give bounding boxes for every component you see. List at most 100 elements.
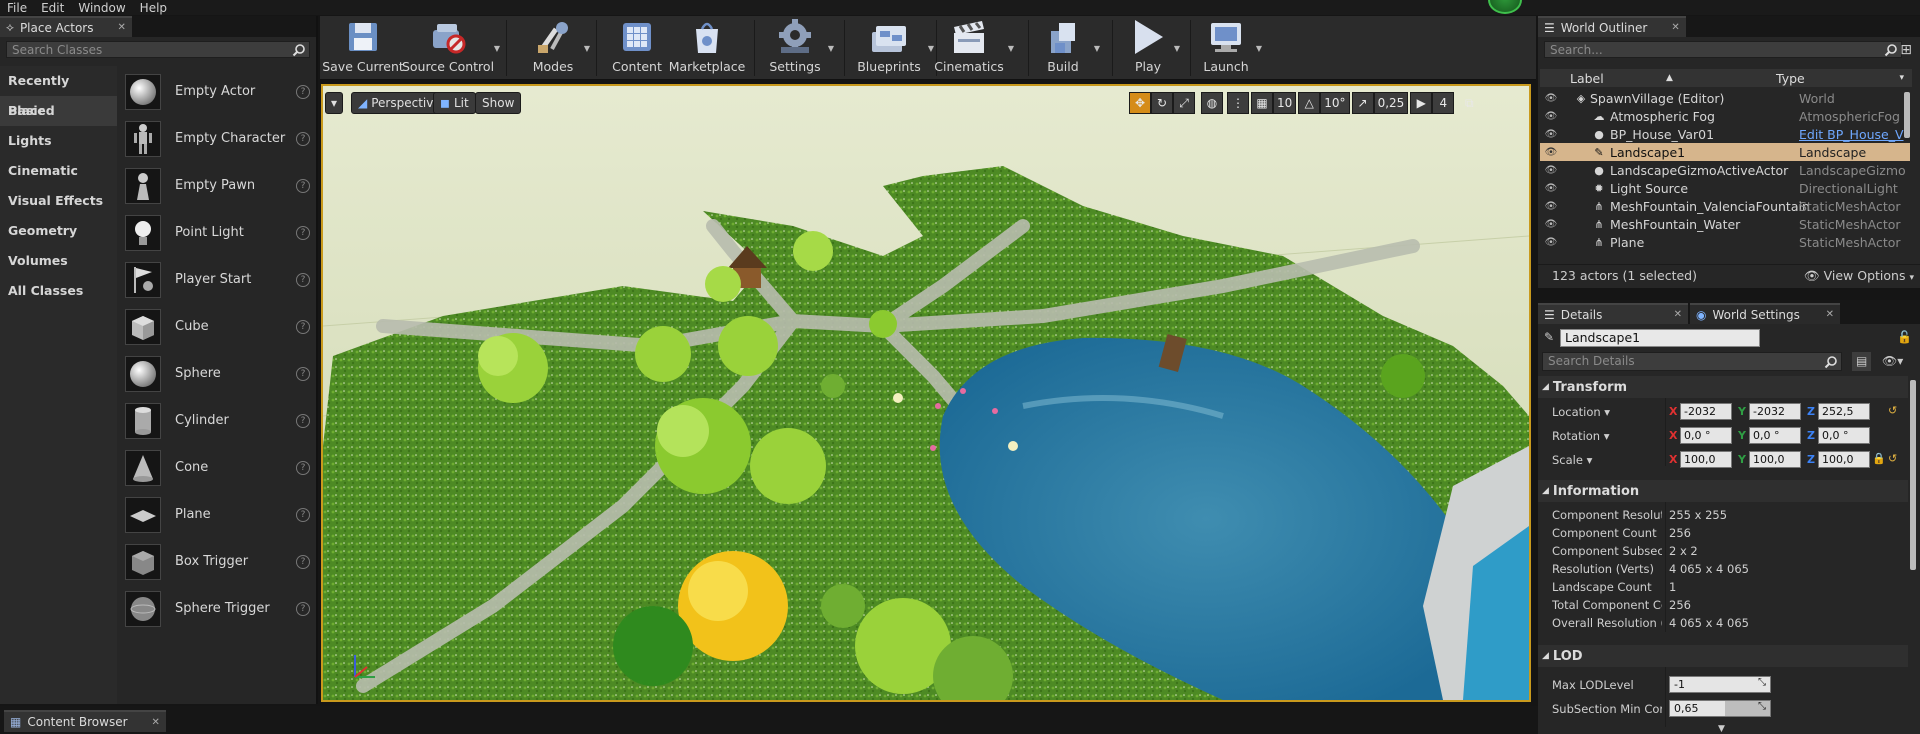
list-item[interactable]: Player Start? bbox=[120, 256, 316, 303]
lock-icon[interactable]: 🔓 bbox=[1897, 330, 1912, 344]
grid-snap-value[interactable]: 10 bbox=[1273, 92, 1297, 114]
close-icon[interactable]: ✕ bbox=[117, 22, 125, 33]
camera-speed-icon[interactable]: ▶ bbox=[1410, 92, 1433, 114]
cinematics-button[interactable]: Cinematics ▼ bbox=[934, 18, 1014, 78]
modes-button[interactable]: Modes ▼ bbox=[528, 18, 590, 78]
eye-icon[interactable]: 👁 bbox=[1540, 147, 1562, 158]
menu-window[interactable]: Window bbox=[71, 1, 132, 15]
actor-name-field[interactable]: Landscape1 bbox=[1560, 329, 1760, 347]
close-icon[interactable]: ✕ bbox=[1826, 309, 1834, 320]
world-settings-tab[interactable]: ◉ World Settings ✕ bbox=[1690, 303, 1840, 324]
help-icon[interactable]: ? bbox=[296, 554, 310, 569]
eye-icon[interactable]: 👁 bbox=[1540, 111, 1562, 122]
search-classes-input[interactable]: Search Classes bbox=[6, 41, 310, 58]
details-scrollbar[interactable] bbox=[1910, 380, 1916, 570]
max-lod-field[interactable]: -1 bbox=[1669, 676, 1771, 693]
help-icon[interactable]: ? bbox=[296, 178, 310, 193]
rotation-snap-value[interactable]: 10° bbox=[1320, 92, 1350, 114]
close-icon[interactable]: ✕ bbox=[1674, 309, 1682, 320]
menu-help[interactable]: Help bbox=[133, 1, 174, 15]
eye-icon[interactable]: 👁 bbox=[1540, 237, 1562, 248]
scale-snap-value[interactable]: 0,25 bbox=[1373, 92, 1409, 114]
col-label[interactable]: Label bbox=[1570, 71, 1666, 86]
help-icon[interactable]: ? bbox=[296, 272, 310, 287]
help-icon[interactable]: ? bbox=[296, 413, 310, 428]
chevron-down-icon[interactable]: ▼ bbox=[1094, 44, 1100, 53]
list-item[interactable]: Empty Character? bbox=[120, 115, 316, 162]
scale-y-field[interactable]: 100,0 bbox=[1749, 451, 1801, 468]
sort-ascending-icon[interactable]: ▲ bbox=[1666, 73, 1786, 83]
world-local-icon[interactable]: ◍ bbox=[1201, 92, 1223, 114]
eye-icon[interactable]: 👁 bbox=[1540, 129, 1562, 140]
table-row[interactable]: 👁 ⋔ MeshFountain_ValenciaFountain StaticMes… bbox=[1540, 197, 1910, 215]
details-search-input[interactable]: Search Details bbox=[1542, 352, 1842, 371]
eye-icon[interactable]: 👁 bbox=[1540, 183, 1562, 194]
table-row[interactable]: 👁 ● LandscapeGizmoActiveActor LandscapeGizm… bbox=[1540, 161, 1910, 179]
table-row[interactable]: 👁 ◈ SpawnVillage (Editor) World bbox=[1540, 89, 1910, 107]
chevron-down-icon[interactable]: ▼ bbox=[928, 44, 934, 53]
reset-icon[interactable]: ↺ bbox=[1888, 452, 1897, 465]
rotation-z-field[interactable]: 0,0 ° bbox=[1818, 427, 1870, 444]
build-button[interactable]: Build ▼ bbox=[1038, 18, 1100, 78]
scale-z-field[interactable]: 100,0 bbox=[1818, 451, 1870, 468]
chevron-down-icon[interactable]: ▼ bbox=[1256, 44, 1262, 53]
category-volumes[interactable]: Volumes bbox=[0, 246, 117, 276]
help-icon[interactable]: ? bbox=[296, 319, 310, 334]
table-row[interactable]: 👁 ● BP_House_Var01 Edit BP_House_V bbox=[1540, 125, 1910, 143]
rotation-label[interactable]: Rotation ▾ bbox=[1552, 429, 1662, 443]
table-row[interactable]: 👁 ⋔ Plane StaticMeshActor bbox=[1540, 233, 1910, 251]
list-item[interactable]: Box Trigger? bbox=[120, 538, 316, 585]
table-row[interactable]: 👁 ✹ Light Source DirectionalLight bbox=[1540, 179, 1910, 197]
location-z-field[interactable]: 252,5 bbox=[1818, 403, 1870, 420]
help-icon[interactable]: ? bbox=[296, 507, 310, 522]
list-item[interactable]: Sphere Trigger? bbox=[120, 585, 316, 632]
help-icon[interactable]: ? bbox=[296, 225, 310, 240]
list-item[interactable]: Empty Pawn? bbox=[120, 162, 316, 209]
eye-icon[interactable]: 👁▾ bbox=[1882, 354, 1903, 368]
help-icon[interactable]: ? bbox=[296, 460, 310, 475]
rotate-icon[interactable]: ↻ bbox=[1151, 92, 1173, 114]
rotation-y-field[interactable]: 0,0 ° bbox=[1749, 427, 1801, 444]
settings-button[interactable]: Settings ▼ bbox=[768, 18, 834, 78]
category-all-classes[interactable]: All Classes bbox=[0, 276, 117, 306]
chevron-down-icon[interactable]: ▼ bbox=[494, 44, 500, 53]
location-x-field[interactable]: -2032 bbox=[1680, 403, 1732, 420]
content-button[interactable]: Content bbox=[612, 18, 662, 78]
list-item[interactable]: Cylinder? bbox=[120, 397, 316, 444]
subsection-field[interactable]: 0,65 bbox=[1669, 700, 1771, 717]
help-icon[interactable]: ? bbox=[296, 601, 310, 616]
list-item[interactable]: Empty Actor? bbox=[120, 68, 316, 115]
place-actors-tab[interactable]: ⟡ Place Actors ✕ bbox=[0, 16, 132, 37]
category-cinematic[interactable]: Cinematic bbox=[0, 156, 117, 186]
world-outliner-tab[interactable]: ☰ World Outliner ✕ bbox=[1538, 16, 1686, 37]
viewport-options-button[interactable]: ▾ bbox=[325, 92, 344, 114]
chevron-down-icon[interactable]: ▼ bbox=[1008, 44, 1014, 53]
category-visual-effects[interactable]: Visual Effects bbox=[0, 186, 117, 216]
scale-icon[interactable]: ⤢ bbox=[1173, 92, 1195, 114]
blueprints-button[interactable]: Blueprints ▼ bbox=[856, 18, 934, 78]
list-item[interactable]: Sphere? bbox=[120, 350, 316, 397]
list-item[interactable]: Cone? bbox=[120, 444, 316, 491]
surface-snap-icon[interactable]: ⋮ bbox=[1227, 92, 1249, 114]
rotation-snap-icon[interactable]: △ bbox=[1298, 92, 1321, 114]
spinner-icon[interactable]: ⤡ bbox=[1758, 677, 1766, 688]
chevron-down-icon[interactable]: ▼ bbox=[828, 44, 834, 53]
scale-x-field[interactable]: 100,0 bbox=[1680, 451, 1732, 468]
table-row[interactable]: 👁 ☁ Atmospheric Fog AtmosphericFog bbox=[1540, 107, 1910, 125]
view-options-button[interactable]: 👁 View Options ▾ bbox=[1804, 268, 1914, 284]
reset-icon[interactable]: ↺ bbox=[1888, 404, 1897, 417]
location-label[interactable]: Location ▾ bbox=[1552, 405, 1662, 419]
location-y-field[interactable]: -2032 bbox=[1749, 403, 1801, 420]
chevron-down-icon[interactable]: ▼ bbox=[1174, 44, 1180, 53]
scale-label[interactable]: Scale ▾ bbox=[1552, 453, 1662, 467]
property-matrix-icon[interactable]: ▤ bbox=[1852, 352, 1872, 371]
spinner-icon[interactable]: ⤡ bbox=[1758, 701, 1766, 712]
information-section[interactable]: ◢ Information bbox=[1538, 480, 1908, 502]
source-control-button[interactable]: Source Control ▼ bbox=[402, 18, 500, 78]
category-geometry[interactable]: Geometry bbox=[0, 216, 117, 246]
category-basic[interactable]: Basic bbox=[0, 96, 117, 126]
show-button[interactable]: Show bbox=[475, 92, 522, 114]
eye-icon[interactable]: 👁 bbox=[1540, 165, 1562, 176]
play-button[interactable]: Play ▼ bbox=[1128, 18, 1180, 78]
launch-button[interactable]: Launch ▼ bbox=[1202, 18, 1262, 78]
